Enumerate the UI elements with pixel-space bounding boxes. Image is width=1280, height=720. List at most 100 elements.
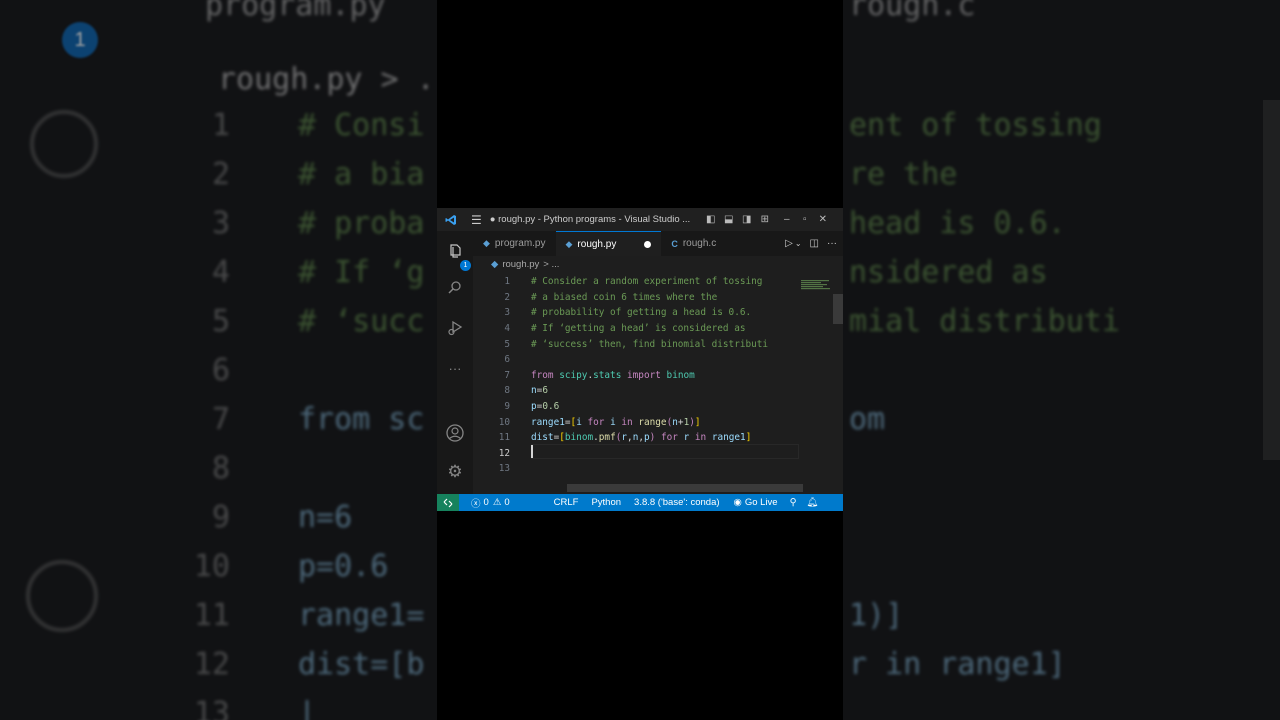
code-line[interactable]: 8 n=6	[473, 383, 803, 399]
bg-code-line: range1=	[298, 598, 425, 633]
vscode-window: ☰ ● rough.py - Python programs - Visual …	[437, 208, 843, 511]
tab-rough-c[interactable]: C rough.c	[661, 231, 727, 256]
bg-code-line: mial distributi	[849, 304, 1120, 339]
go-live-button[interactable]: ◉ Go Live	[734, 497, 778, 508]
vertical-scrollbar[interactable]	[833, 294, 843, 324]
hamburger-menu-icon[interactable]: ☰	[471, 213, 482, 227]
bg-code-line: dist=[b	[298, 647, 425, 682]
minimize-icon[interactable]: –	[780, 213, 794, 227]
code-line[interactable]: 3 # probability of getting a head is 0.6.	[473, 305, 803, 321]
code-line[interactable]: 1 # Consider a random experiment of tossi…	[473, 274, 803, 290]
customize-layout-icon[interactable]: ⊞	[758, 213, 772, 227]
bg-code-line: from sc	[298, 402, 425, 437]
background-left-blur: program.py rough.py > ... 1 123456789101…	[0, 0, 437, 720]
line-code: # ‘success’ then, find binomial distribu…	[531, 338, 769, 350]
title-bar: ☰ ● rough.py - Python programs - Visual …	[437, 208, 843, 231]
window-title: ● rough.py - Python programs - Visual St…	[489, 214, 691, 225]
code-line[interactable]: 9 p=0.6	[473, 399, 803, 415]
bg-code-line: |	[298, 696, 317, 720]
bg-code-line: # If ‘g	[298, 255, 425, 290]
line-number: 5	[504, 338, 510, 350]
tab-label: program.py	[494, 238, 546, 249]
code-line[interactable]: 7 from scipy.stats import binom	[473, 368, 803, 384]
bg-code-line: # proba	[298, 206, 425, 241]
language-mode[interactable]: Python	[591, 497, 621, 508]
bg-line-number: 5	[211, 304, 230, 339]
tab-label: rough.c	[682, 238, 717, 249]
background-right-blur: rough.c ent of tossing re the head is 0.6.…	[843, 0, 1280, 720]
more-actions-icon[interactable]: ···	[827, 238, 837, 249]
warning-count: 0	[504, 497, 510, 508]
code-editor[interactable]: 1 # Consider a random experiment of tossi…	[473, 272, 843, 494]
line-number: 4	[504, 323, 510, 335]
bg-line-number: 1	[211, 108, 230, 143]
account-icon[interactable]	[445, 423, 465, 443]
python-icon: ◆	[483, 238, 490, 248]
broadcast-icon: ◉	[733, 497, 742, 508]
line-number: 8	[504, 385, 510, 397]
bg-code-line: p=0.6	[298, 549, 389, 584]
code-line[interactable]: 13	[473, 461, 803, 477]
close-icon[interactable]: ✕	[816, 213, 830, 227]
line-code: # a biased coin 6 times where the	[531, 291, 718, 303]
bg-code-line: 1)]	[849, 598, 904, 633]
c-icon: C	[671, 238, 678, 249]
line-number: 6	[504, 354, 510, 366]
breadcrumb-separator[interactable]: > ...	[543, 259, 559, 270]
line-number: 1	[504, 276, 510, 288]
line-code: # probability of getting a head is 0.6.	[531, 307, 752, 319]
tab-program-py[interactable]: ◆ program.py	[473, 231, 556, 256]
bg-line-number: 8	[211, 451, 230, 486]
line-code: range1=[i for i in range(n+1)]	[531, 416, 701, 428]
bg-code-line: head is 0.6.	[849, 206, 1066, 241]
go-live-label: Go Live	[744, 497, 778, 508]
python-icon: ◆	[565, 238, 573, 249]
toggle-secondary-sidebar-icon[interactable]: ◨	[740, 213, 754, 227]
bg-line-number: 2	[211, 157, 230, 192]
split-editor-icon[interactable]: ◫	[810, 238, 819, 249]
run-icon[interactable]: ▷	[785, 238, 793, 249]
warning-icon: ⚠	[492, 497, 502, 508]
chevron-down-icon[interactable]: ⌄	[795, 239, 802, 248]
minimap[interactable]	[801, 280, 831, 292]
code-line[interactable]: 10 range1=[i for i in range(n+1)]	[473, 414, 803, 430]
bg-code-line: n=6	[298, 500, 353, 535]
bg-breadcrumb: rough.py > ...	[218, 62, 437, 97]
code-line[interactable]: 12	[473, 446, 803, 462]
explorer-badge: 1	[460, 260, 471, 271]
activity-bar: 1 ··· ⚙	[437, 231, 473, 494]
code-line[interactable]: 6	[473, 352, 803, 368]
bg-code-line: r in range1]	[849, 647, 1066, 682]
bg-line-number: 13	[193, 696, 230, 720]
horizontal-scrollbar[interactable]	[567, 484, 803, 492]
eol-indicator[interactable]: CRLF	[554, 497, 579, 508]
problems-indicator[interactable]: ⓧ 0 ⚠ 0	[471, 496, 510, 510]
explorer-icon[interactable]	[445, 241, 465, 261]
bg-line-number: 7	[211, 402, 230, 437]
bg-code-line: # a bia	[298, 157, 425, 192]
bg-code-line: re the	[849, 157, 958, 192]
toggle-panel-icon[interactable]: ⬓	[722, 213, 736, 227]
more-views-icon[interactable]: ···	[445, 358, 465, 378]
remote-indicator-icon[interactable]	[437, 494, 459, 511]
code-line[interactable]: 4 # If ‘getting a head’ is considered as	[473, 321, 803, 337]
bg-search-icon	[30, 110, 98, 178]
unsaved-dot-icon[interactable]	[644, 240, 652, 248]
code-line[interactable]: 5 # ‘success’ then, find binomial distrib…	[473, 336, 803, 352]
settings-gear-icon[interactable]: ⚙	[445, 462, 465, 482]
line-number: 2	[504, 291, 510, 303]
code-line[interactable]: 11 dist=[binom.pmf(r,n,p) for r in range1…	[473, 430, 803, 446]
search-icon[interactable]	[445, 278, 465, 298]
tab-rough-py[interactable]: ◆ rough.py	[555, 231, 662, 256]
toggle-primary-sidebar-icon[interactable]: ◧	[704, 213, 718, 227]
feedback-icon[interactable]: ⚲	[790, 497, 797, 508]
python-interpreter[interactable]: 3.8.8 ('base': conda)	[634, 497, 720, 508]
maximize-icon[interactable]: ▫	[798, 213, 812, 227]
bg-line-number: 10	[193, 549, 230, 584]
run-debug-icon[interactable]	[445, 318, 465, 338]
editor-actions: ▷ ⌄ ◫ ···	[777, 231, 843, 256]
notifications-bell-icon[interactable]: 🔔︎	[807, 497, 819, 508]
breadcrumb-file[interactable]: rough.py	[502, 259, 539, 270]
bg-code-line: ent of tossing	[849, 108, 1102, 143]
code-line[interactable]: 2 # a biased coin 6 times where the	[473, 290, 803, 306]
